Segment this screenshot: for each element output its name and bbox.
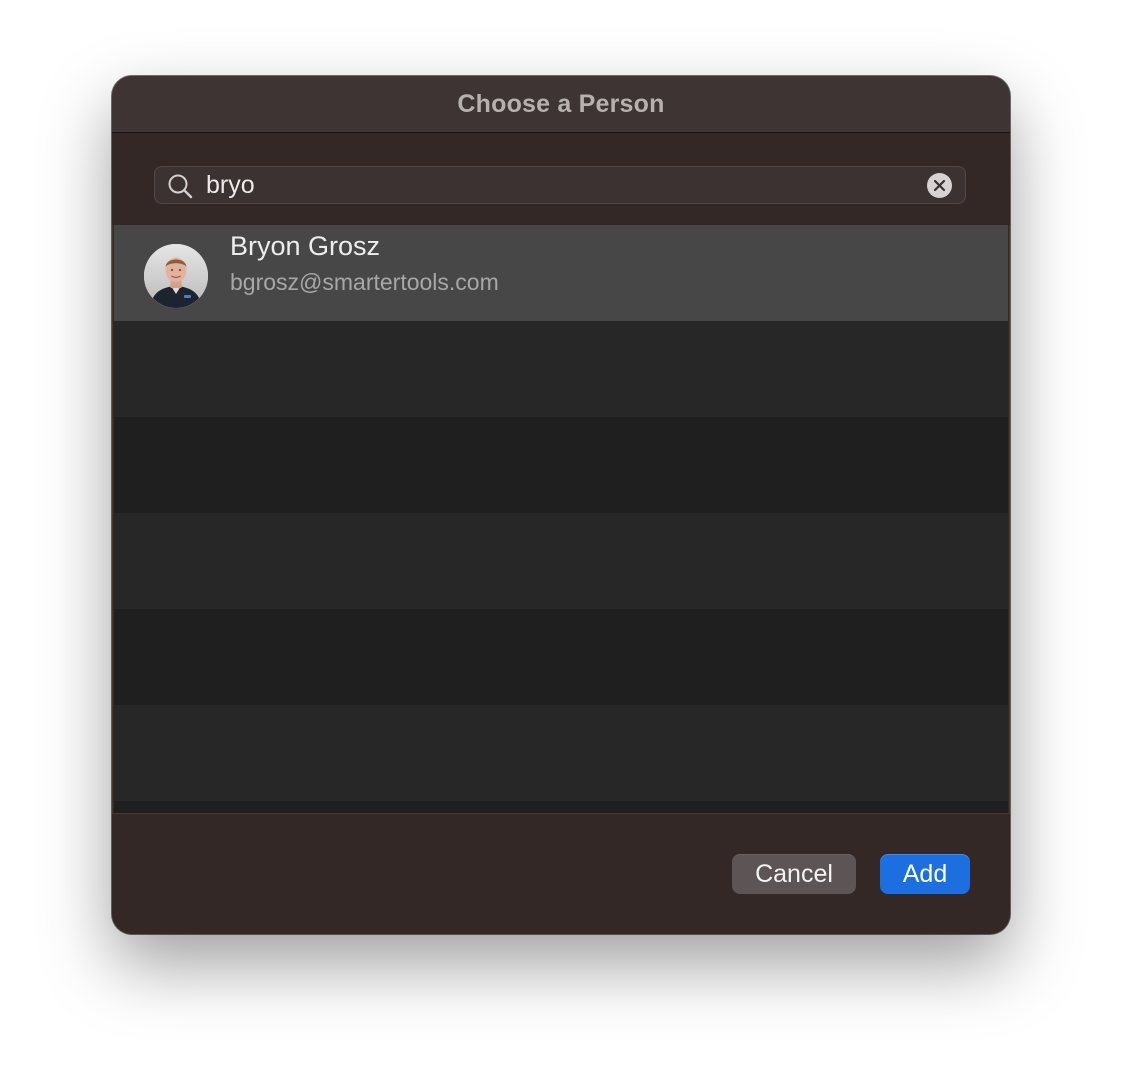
- close-icon: [933, 179, 946, 192]
- contact-name: Bryon Grosz: [230, 231, 381, 261]
- search-field[interactable]: [154, 166, 966, 204]
- result-row[interactable]: Bryon Grosz bgrosz@smartertools.com: [114, 225, 1008, 321]
- contact-photo-icon: [144, 244, 208, 308]
- empty-row: [114, 705, 1008, 801]
- empty-row: [114, 417, 1008, 513]
- choose-person-dialog: Choose a Person bryo Bryon Grosz bgrosz@…: [112, 76, 1010, 934]
- empty-row: [114, 513, 1008, 609]
- empty-row: [114, 609, 1008, 705]
- search-icon: [168, 174, 193, 199]
- clear-search-icon[interactable]: [927, 173, 952, 198]
- contact-email: bgrosz@smartertools.com: [230, 269, 499, 295]
- dialog-footer: Cancel Add: [112, 813, 1010, 934]
- search-area: [112, 133, 1010, 225]
- cancel-button[interactable]: Cancel: [732, 854, 856, 894]
- dialog-title: Choose a Person: [457, 89, 665, 118]
- avatar: [144, 244, 208, 308]
- add-button[interactable]: Add: [880, 854, 970, 894]
- results-list: Bryon Grosz bgrosz@smartertools.com: [114, 225, 1008, 813]
- search-input[interactable]: [206, 166, 906, 204]
- dialog-titlebar: Choose a Person: [112, 76, 1010, 133]
- empty-row: [114, 321, 1008, 417]
